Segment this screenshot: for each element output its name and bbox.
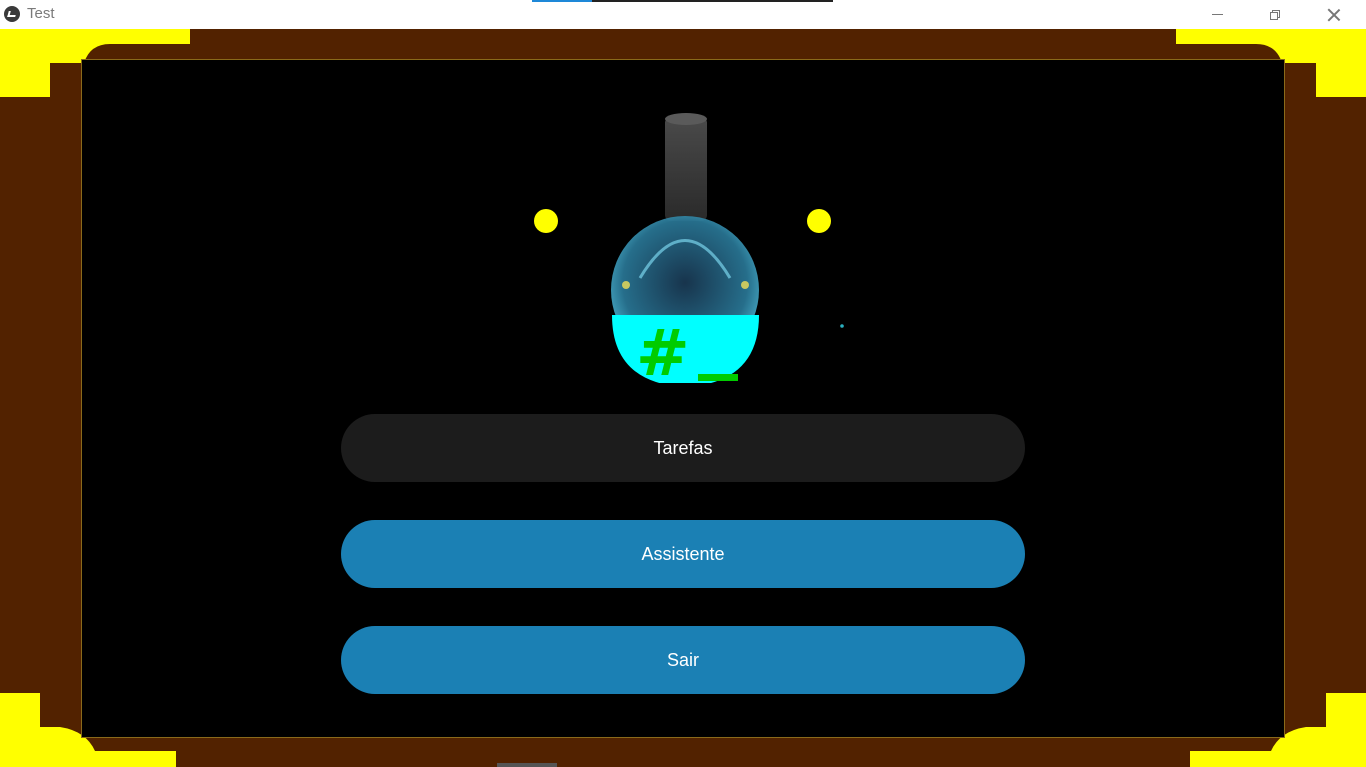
sair-button[interactable]: Sair	[341, 626, 1025, 694]
close-icon	[1327, 8, 1341, 22]
titlebar-progress-accent	[532, 0, 592, 2]
sair-button-label: Sair	[666, 649, 699, 670]
left-dot	[534, 209, 558, 233]
tarefas-button[interactable]: Tarefas	[341, 414, 1025, 482]
window-titlebar[interactable]: Test	[0, 0, 1366, 29]
assistente-button[interactable]: Assistente	[341, 520, 1025, 588]
right-dot	[807, 209, 831, 233]
close-button[interactable]	[1305, 0, 1363, 29]
tarefas-button-label: Tarefas	[653, 437, 713, 458]
hash-symbol: #	[636, 317, 690, 383]
app-frame: # Tarefas Assistente Sair	[0, 29, 1366, 767]
minimize-button[interactable]	[1188, 0, 1246, 29]
minimize-icon	[1211, 14, 1223, 15]
restore-button[interactable]	[1246, 0, 1304, 29]
restore-icon	[1270, 9, 1280, 20]
window-title: Test	[27, 5, 55, 22]
scroll-indicator	[497, 763, 557, 767]
flask-icon: #	[530, 113, 850, 391]
kivy-app-icon	[4, 6, 20, 22]
titlebar-progress-track	[592, 0, 833, 2]
assistente-button-label: Assistente	[641, 543, 725, 564]
cursor-symbol	[698, 374, 738, 381]
